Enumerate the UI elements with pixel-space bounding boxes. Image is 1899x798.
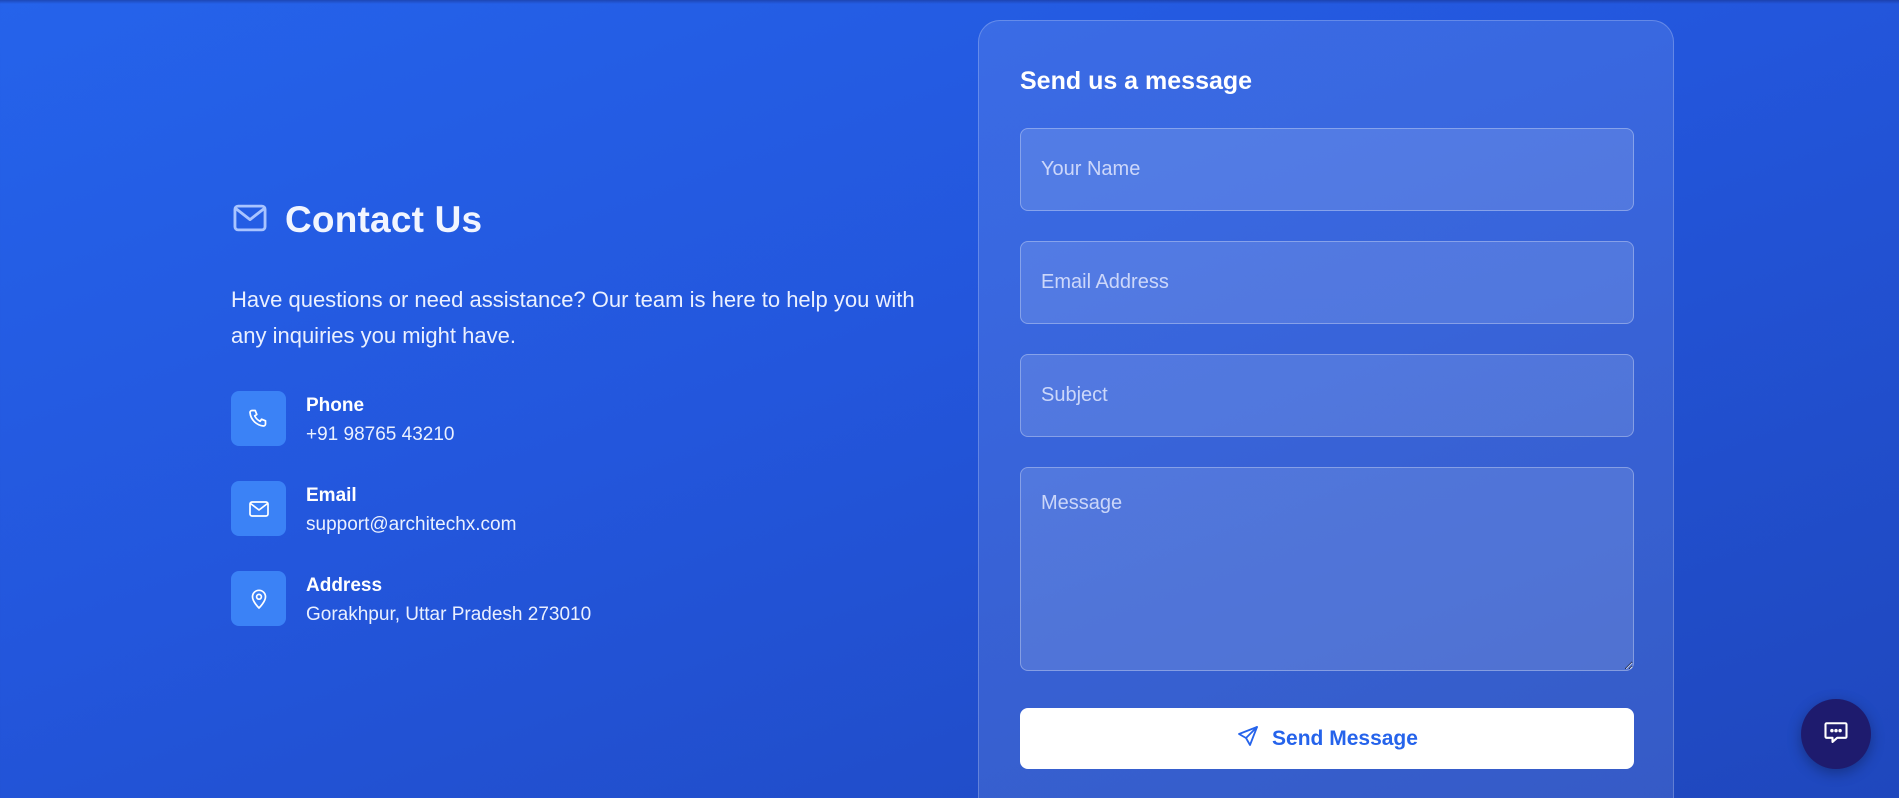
email-address: support@architechx.com (306, 514, 517, 535)
phone-number: +91 98765 43210 (306, 424, 455, 445)
address-text: Gorakhpur, Uttar Pradesh 273010 (306, 604, 592, 625)
send-message-button[interactable]: Send Message (1020, 708, 1634, 769)
send-icon (1236, 724, 1260, 754)
contact-text: Phone +91 98765 43210 (306, 391, 454, 448)
top-shadow (0, 0, 1899, 4)
contact-item-address: Address Gorakhpur, Uttar Pradesh 273010 (231, 571, 931, 661)
contact-info-section: Contact Us Have questions or need assist… (231, 196, 931, 661)
phone-icon (231, 391, 286, 446)
intro-text: Have questions or need assistance? Our t… (231, 287, 915, 348)
contact-label: Email (306, 485, 357, 506)
contact-item-email: Email support@architechx.com (231, 481, 931, 571)
page-title: Contact Us (285, 199, 483, 240)
send-message-label: Send Message (1272, 726, 1418, 750)
mail-icon (231, 199, 269, 242)
contact-item-phone: Phone +91 98765 43210 (231, 391, 931, 481)
chat-button[interactable] (1801, 699, 1871, 769)
contact-text: Email support@architechx.com (306, 481, 516, 538)
message-field[interactable] (1020, 467, 1634, 671)
map-pin-icon (231, 571, 286, 626)
message-form-card: Send us a message Send Message (978, 20, 1674, 798)
name-field[interactable] (1020, 128, 1634, 211)
subject-field[interactable] (1020, 354, 1634, 437)
heading-row: Contact Us (231, 196, 931, 244)
contact-label: Phone (306, 395, 365, 416)
contact-list: Phone +91 98765 43210 Email support@arch… (231, 391, 931, 661)
form-title: Send us a message (1020, 67, 1253, 95)
chat-icon (1822, 718, 1850, 751)
email-field[interactable] (1020, 241, 1634, 324)
contact-label: Address (306, 575, 383, 596)
contact-text: Address Gorakhpur, Uttar Pradesh 273010 (306, 571, 591, 628)
mail-icon (231, 481, 286, 536)
